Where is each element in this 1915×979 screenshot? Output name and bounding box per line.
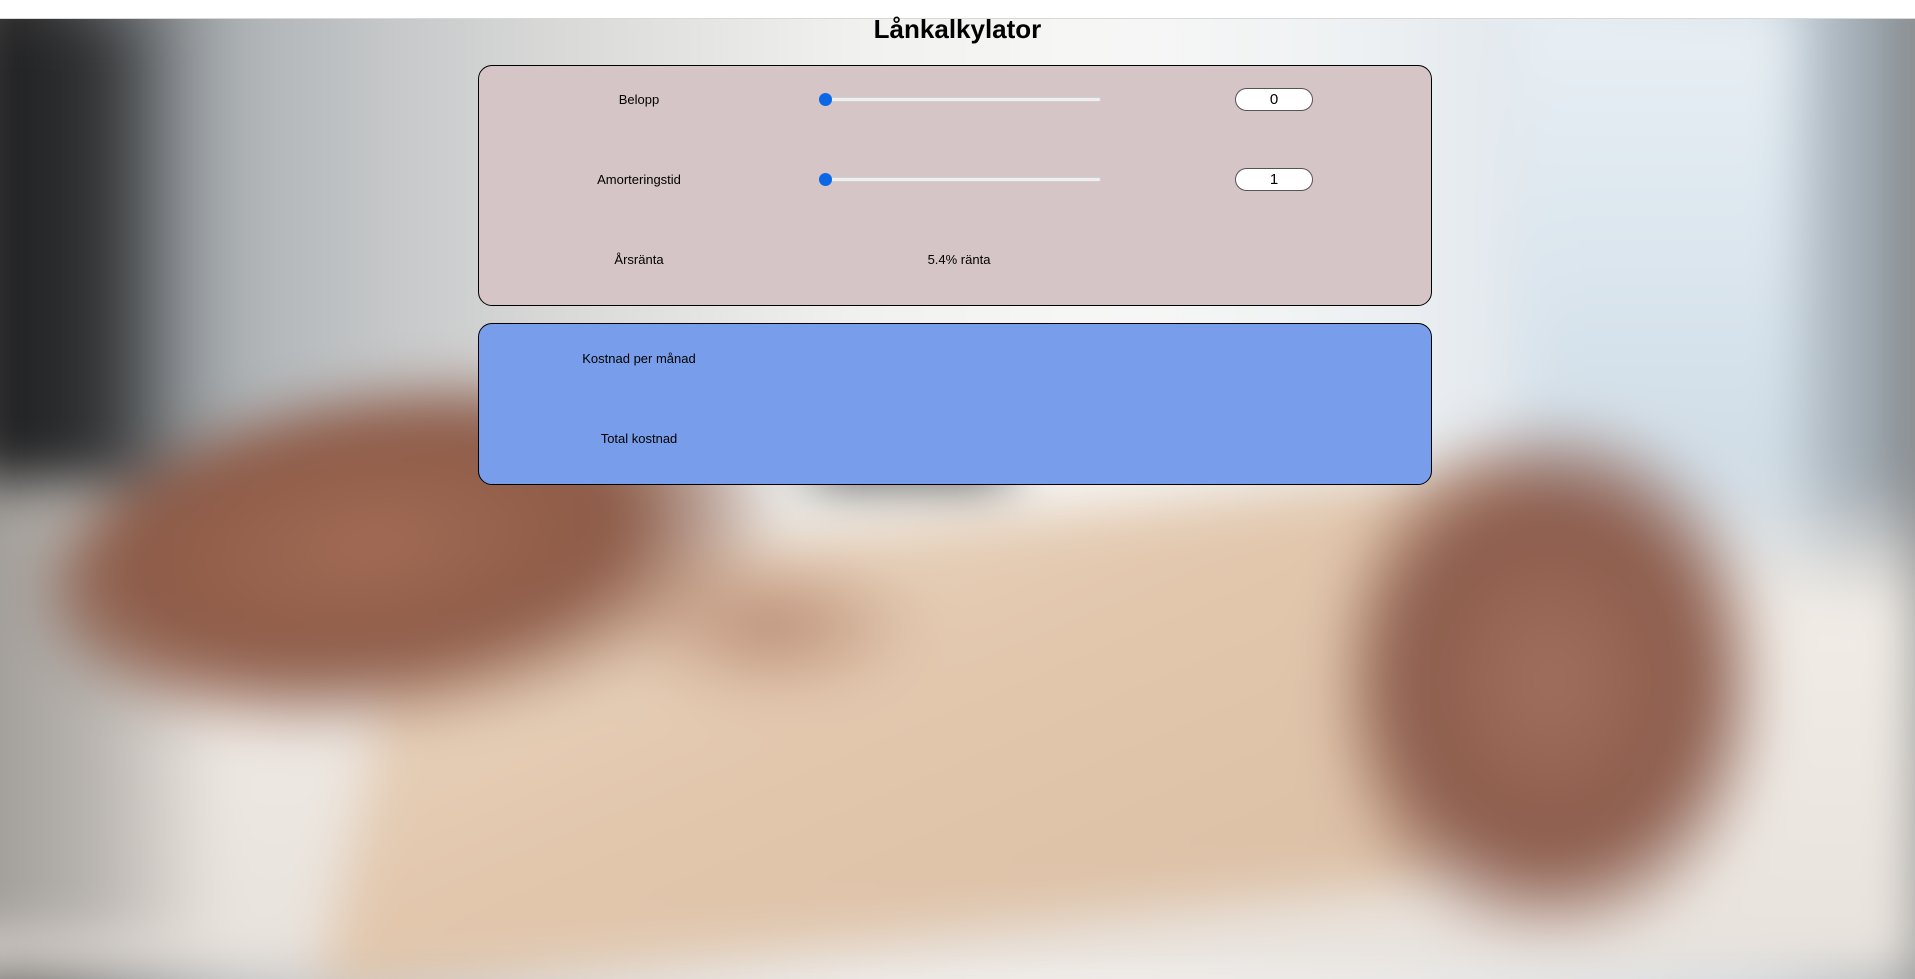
belopp-slider[interactable] (819, 88, 1101, 112)
belopp-input[interactable]: 0 (1235, 88, 1313, 111)
total-cost-row: Total kostnad (479, 427, 1431, 451)
belopp-label: Belopp (618, 92, 660, 107)
rate-value: 5.4% ränta (927, 252, 991, 267)
amortering-input[interactable]: 1 (1235, 168, 1313, 191)
loan-result-panel: Kostnad per månad Total kostnad (478, 323, 1432, 485)
amortering-label: Amorteringstid (597, 172, 681, 187)
total-cost-label: Total kostnad (600, 431, 678, 446)
amortering-row: Amorteringstid 1 (479, 168, 1431, 192)
rate-row: Årsränta 5.4% ränta (479, 248, 1431, 272)
amortering-slider-track[interactable] (819, 177, 1101, 182)
amortering-slider[interactable] (819, 168, 1101, 192)
monthly-cost-label: Kostnad per månad (582, 351, 696, 366)
belopp-row: Belopp 0 (479, 88, 1431, 112)
page-title: Lånkalkylator (873, 14, 1042, 44)
amortering-slider-thumb[interactable] (819, 173, 832, 186)
belopp-slider-thumb[interactable] (819, 93, 832, 106)
belopp-slider-track[interactable] (819, 97, 1101, 102)
loan-input-panel: Belopp 0 Amorteringstid 1 Årsränta 5.4% … (478, 65, 1432, 306)
rate-label: Årsränta (614, 252, 664, 267)
monthly-cost-row: Kostnad per månad (479, 347, 1431, 371)
